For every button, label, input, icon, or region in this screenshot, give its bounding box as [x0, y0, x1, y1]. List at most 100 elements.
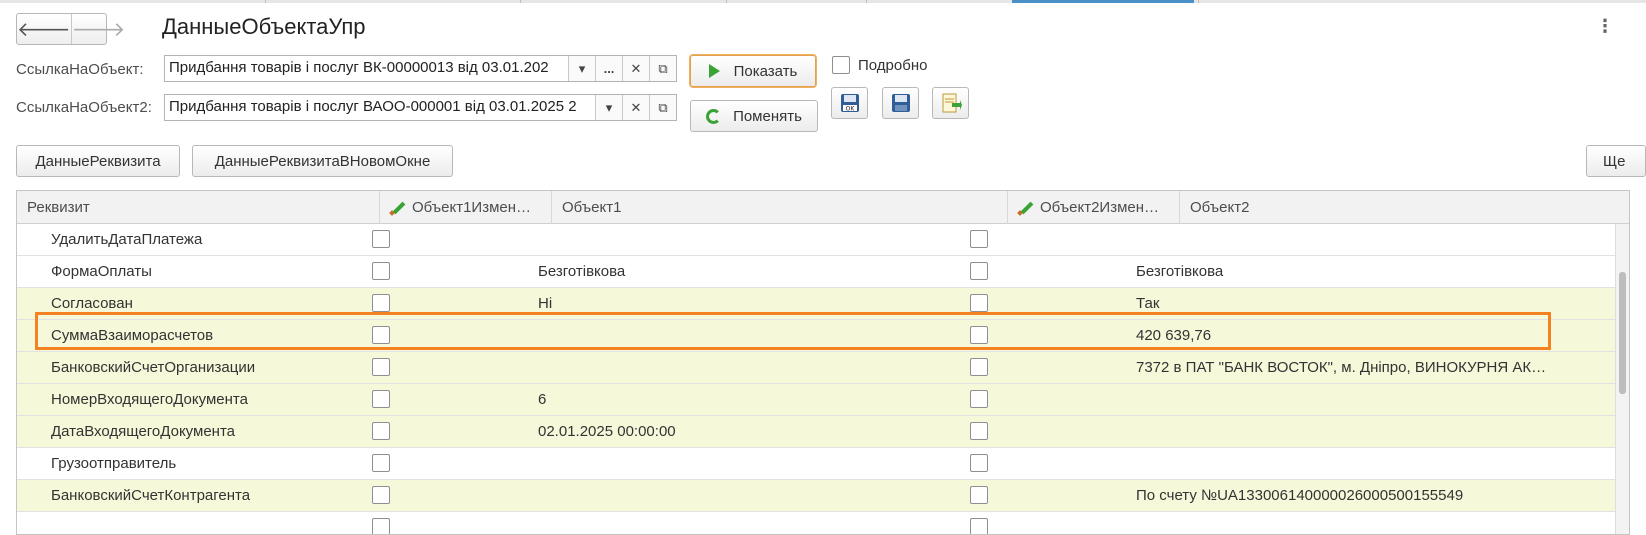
- obj2-changed-checkbox[interactable]: [970, 486, 988, 504]
- save-ok-icon: OK: [840, 94, 859, 113]
- requisite-data-new-window-button[interactable]: ДанныеРеквизитаВНовомОкне: [192, 145, 453, 177]
- refresh-icon: [706, 108, 722, 124]
- table-row[interactable]: ФормаОплаты Безготівкова Безготівкова: [17, 256, 1615, 288]
- column-label: Реквизит: [27, 199, 90, 216]
- object-ref-field[interactable]: Придбання товарів і послуг ВК-00000013 в…: [164, 55, 677, 82]
- obj1-changed-checkbox[interactable]: [372, 518, 390, 534]
- pencil-icon: [390, 201, 404, 215]
- column-label: Объект2Измен…: [1040, 199, 1160, 216]
- show-button-label: Показать: [733, 62, 798, 80]
- obj2-changed-checkbox[interactable]: [970, 390, 988, 408]
- open-icon[interactable]: ⧉: [649, 56, 676, 81]
- object-ref-value[interactable]: Придбання товарів і послуг ВК-00000013 в…: [165, 56, 568, 81]
- save-ok-button[interactable]: OK: [831, 87, 868, 119]
- obj2-changed-checkbox[interactable]: [970, 294, 988, 312]
- load-button[interactable]: [932, 87, 969, 119]
- obj1-value-cell: [538, 448, 978, 479]
- obj1-value-cell: [538, 224, 978, 255]
- back-button[interactable]: 🡐: [17, 14, 71, 44]
- table-row[interactable]: НомерВходящегоДокумента 6: [17, 384, 1615, 416]
- requisite-name-cell: БанковскийСчетОрганизации: [51, 359, 256, 376]
- pencil-icon: [1018, 201, 1032, 215]
- open-icon[interactable]: ⧉: [649, 95, 676, 120]
- object-ref-label: СсылкаНаОбъект:: [16, 61, 144, 78]
- arrow-left-icon: 🡐: [17, 18, 71, 41]
- requisite-name-cell: БанковскийСчетКонтрагента: [51, 487, 251, 504]
- table-row[interactable]: [17, 512, 1615, 534]
- svg-text:OK: OK: [845, 106, 855, 113]
- obj2-changed-checkbox[interactable]: [970, 518, 988, 534]
- requisite-name-cell: ФормаОплаты: [51, 263, 152, 280]
- table-header: Реквизит Объект1Измен… Объект1 Объект2Из…: [17, 191, 1629, 224]
- floppy-disk-icon: [891, 94, 910, 112]
- column-header-obj1-changed[interactable]: Объект1Измен…: [380, 191, 552, 224]
- obj2-value-cell: Безготівкова: [1136, 263, 1224, 280]
- requisite-name-cell: [51, 512, 371, 534]
- clear-icon[interactable]: ✕: [622, 95, 649, 120]
- table-row[interactable]: ДатаВходящегоДокумента 02.01.2025 00:00:0…: [17, 416, 1615, 448]
- requisite-name-cell: УдалитьДатаПлатежа: [51, 231, 203, 248]
- obj2-value-cell: [1136, 448, 1561, 479]
- table-row[interactable]: Грузоотправитель: [17, 448, 1615, 480]
- arrow-right-icon: 🡒: [71, 18, 126, 41]
- column-header-obj2[interactable]: Объект2: [1180, 191, 1629, 224]
- obj1-value-cell: 02.01.2025 00:00:00: [538, 423, 676, 440]
- requisite-name-cell: ДатаВходящегоДокумента: [51, 423, 235, 440]
- obj2-changed-checkbox[interactable]: [970, 422, 988, 440]
- obj1-changed-checkbox[interactable]: [372, 230, 390, 248]
- table-row[interactable]: УдалитьДатаПлатежа: [17, 224, 1615, 256]
- obj2-value-cell: [1136, 512, 1561, 534]
- column-label: Объект2: [1190, 199, 1250, 216]
- obj2-value-cell: [1136, 416, 1561, 447]
- obj1-value-cell: 6: [538, 391, 547, 408]
- comparison-table: Реквизит Объект1Измен… Объект1 Объект2Из…: [16, 190, 1630, 535]
- requisite-name-cell: НомерВходящегоДокумента: [51, 391, 248, 408]
- requisite-data-button[interactable]: ДанныеРеквизита: [16, 145, 180, 177]
- obj2-changed-checkbox[interactable]: [970, 262, 988, 280]
- column-header-requisite[interactable]: Реквизит: [17, 191, 380, 224]
- obj1-value-cell: Безготівкова: [538, 263, 626, 280]
- table-row[interactable]: БанковскийСчетКонтрагента По счету №UA133…: [17, 480, 1615, 512]
- obj1-changed-checkbox[interactable]: [372, 390, 390, 408]
- vertical-scrollbar[interactable]: [1615, 224, 1629, 534]
- forward-button[interactable]: 🡒: [70, 14, 126, 44]
- scrollbar-thumb[interactable]: [1619, 272, 1626, 394]
- dropdown-icon[interactable]: ▾: [568, 56, 595, 81]
- requisite-name-cell: Грузоотправитель: [51, 455, 177, 472]
- obj2-value-cell: 7372 в ПАТ "БАНК ВОСТОК", м. Дніпро, ВИН…: [1136, 359, 1547, 376]
- obj1-changed-checkbox[interactable]: [372, 486, 390, 504]
- obj1-changed-checkbox[interactable]: [372, 422, 390, 440]
- swap-button[interactable]: Поменять: [690, 100, 818, 132]
- object-ref2-label: СсылкаНаОбъект2:: [16, 99, 152, 116]
- show-button[interactable]: Показать: [690, 55, 816, 87]
- more-button-label: Ще: [1603, 152, 1626, 170]
- object-ref2-value[interactable]: Придбання товарів і послуг ВАОО-000001 в…: [165, 95, 595, 120]
- obj2-changed-checkbox[interactable]: [970, 230, 988, 248]
- obj1-value-cell: [538, 352, 978, 383]
- more-button[interactable]: Ще: [1586, 145, 1646, 177]
- load-document-icon: [942, 93, 962, 113]
- obj1-changed-checkbox[interactable]: [372, 262, 390, 280]
- obj1-changed-checkbox[interactable]: [372, 454, 390, 472]
- object-ref2-field[interactable]: Придбання товарів і послуг ВАОО-000001 в…: [164, 94, 677, 121]
- table-row[interactable]: БанковскийСчетОрганизации 7372 в ПАТ "БАН…: [17, 352, 1615, 384]
- obj2-changed-checkbox[interactable]: [970, 454, 988, 472]
- select-button[interactable]: ...: [595, 56, 622, 81]
- obj2-value-cell: [1136, 224, 1561, 255]
- save-button[interactable]: [882, 87, 919, 119]
- more-menu-icon[interactable]: ⋮: [1596, 16, 1614, 37]
- obj1-value-cell: [538, 480, 978, 511]
- obj1-changed-checkbox[interactable]: [372, 294, 390, 312]
- column-header-obj1[interactable]: Объект1: [552, 191, 1008, 224]
- clear-icon[interactable]: ✕: [622, 56, 649, 81]
- play-icon: [708, 64, 720, 78]
- obj1-value-cell: [538, 512, 978, 534]
- obj2-value-cell: [1136, 384, 1561, 415]
- annotation-highlight-box: [35, 312, 1551, 350]
- column-header-obj2-changed[interactable]: Объект2Измен…: [1008, 191, 1180, 224]
- obj1-changed-checkbox[interactable]: [372, 358, 390, 376]
- obj2-changed-checkbox[interactable]: [970, 358, 988, 376]
- dropdown-icon[interactable]: ▾: [595, 95, 622, 120]
- column-label: Объект1Измен…: [412, 199, 532, 216]
- detail-checkbox[interactable]: [832, 56, 850, 74]
